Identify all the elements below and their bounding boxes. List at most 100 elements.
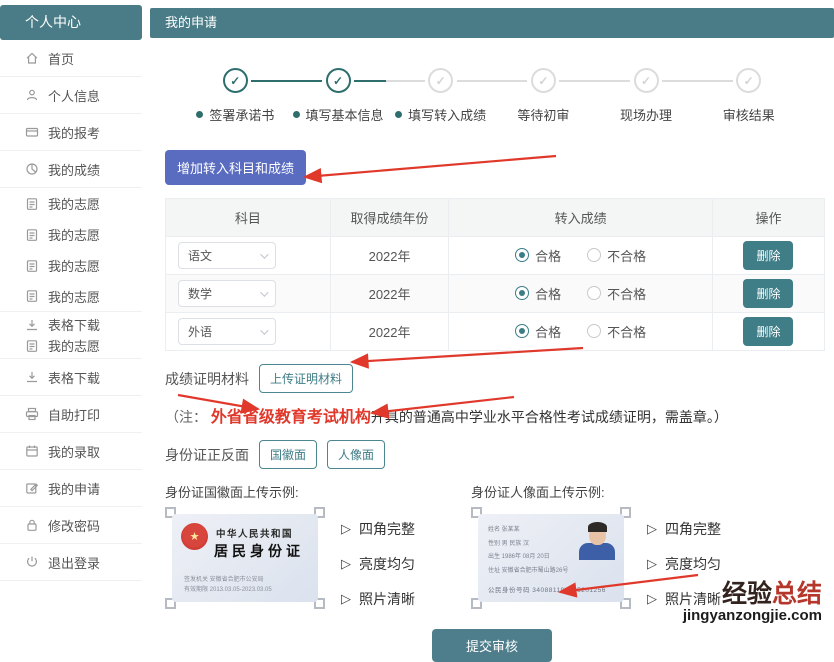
chevron-down-icon bbox=[260, 326, 268, 334]
chevron-down-icon bbox=[260, 288, 268, 296]
step-initial-review: 等待初审 bbox=[492, 68, 595, 124]
emblem-side-button[interactable]: 国徽面 bbox=[259, 440, 317, 469]
note-prefix: （注： bbox=[165, 409, 207, 425]
card-title-text: 居民身份证 bbox=[214, 541, 304, 561]
id-card-label: 身份证正反面 bbox=[165, 445, 249, 465]
portrait-example-title: 身份证人像面上传示例: bbox=[471, 482, 721, 501]
material-row: 成绩证明材料 上传证明材料 bbox=[165, 364, 834, 393]
radio-dot-icon bbox=[587, 286, 601, 300]
sidebar-item-preferences-3[interactable]: 我的志愿 bbox=[0, 250, 142, 281]
sidebar-item-registration[interactable]: 我的报考 bbox=[0, 114, 142, 151]
step-label: 审核结果 bbox=[723, 105, 775, 124]
sidebar-item-form-download-2[interactable]: 表格下载 bbox=[0, 359, 142, 396]
note-line: （注： 外省省级教育考试机构开具的普通高中学业水平合格性考试成绩证明，需盖章。） bbox=[165, 403, 834, 427]
sidebar-item-label: 我的录取 bbox=[48, 442, 100, 461]
score-radio-group: 合格 不合格 bbox=[515, 322, 646, 341]
sidebar-item-preferences-1[interactable]: 我的志愿 bbox=[0, 188, 142, 219]
subject-select[interactable]: 语文 bbox=[178, 242, 276, 269]
radio-fail[interactable]: 不合格 bbox=[587, 246, 646, 265]
table-row: 外语 2022年 合格 不合格 删除 bbox=[166, 313, 825, 351]
logout-icon bbox=[25, 555, 39, 569]
portrait-side-button[interactable]: 人像面 bbox=[327, 440, 385, 469]
subject-select-value: 数学 bbox=[188, 285, 212, 302]
sidebar-item-profile[interactable]: 个人信息 bbox=[0, 77, 142, 114]
tips-list: 四角完整 亮度均匀 照片清晰 bbox=[341, 519, 415, 609]
document-icon bbox=[25, 259, 39, 273]
document-icon bbox=[25, 197, 39, 211]
card-validity-text: 有效期限 2013.03.05-2023.03.05 bbox=[184, 584, 272, 593]
table-row: 数学 2022年 合格 不合格 删除 bbox=[166, 275, 825, 313]
printer-icon bbox=[25, 407, 39, 421]
card-issuer-text: 签发机关 安徽省合肥市公安局 bbox=[184, 574, 264, 583]
chevron-down-icon bbox=[260, 250, 268, 258]
upload-material-button[interactable]: 上传证明材料 bbox=[259, 364, 353, 393]
delete-row-button[interactable]: 删除 bbox=[743, 279, 793, 308]
radio-label: 合格 bbox=[535, 322, 561, 341]
watermark-text-dark: 经验 bbox=[722, 580, 772, 608]
sidebar-item-label: 我的志愿 bbox=[48, 336, 100, 355]
radio-dot-icon bbox=[587, 248, 601, 262]
subject-select[interactable]: 数学 bbox=[178, 280, 276, 307]
delete-row-button[interactable]: 删除 bbox=[743, 241, 793, 270]
document-icon bbox=[25, 289, 39, 303]
note-rest: 开具的普通高中学业水平合格性考试成绩证明，需盖章。） bbox=[371, 409, 728, 425]
card-field: 姓名 张某某 bbox=[488, 524, 568, 533]
calendar-icon bbox=[25, 444, 39, 458]
sidebar-item-label: 表格下载 bbox=[48, 315, 100, 334]
sidebar-item-scores[interactable]: 我的成绩 bbox=[0, 151, 142, 188]
radio-fail[interactable]: 不合格 bbox=[587, 322, 646, 341]
sidebar-item-change-password[interactable]: 修改密码 bbox=[0, 507, 142, 544]
year-cell: 2022年 bbox=[330, 275, 449, 313]
sidebar-menu: 首页 个人信息 我的报考 我的成绩 我的志愿 我的志愿 我的志愿 我的志愿 bbox=[0, 40, 142, 581]
subject-select[interactable]: 外语 bbox=[178, 318, 276, 345]
radio-label: 不合格 bbox=[607, 246, 646, 265]
table-header-row: 科目 取得成绩年份 转入成绩 操作 bbox=[166, 199, 825, 237]
radio-fail[interactable]: 不合格 bbox=[587, 284, 646, 303]
subject-select-value: 语文 bbox=[188, 247, 212, 264]
sidebar-item-application[interactable]: 我的申请 bbox=[0, 470, 142, 507]
tip-item: 四角完整 bbox=[647, 519, 721, 539]
score-radio-group: 合格 不合格 bbox=[515, 246, 646, 265]
home-icon bbox=[25, 51, 39, 65]
download-icon bbox=[25, 370, 39, 384]
submit-review-button[interactable]: 提交审核 bbox=[432, 629, 552, 662]
id-card-portrait-side-image: 姓名 张某某 性别 男 民族 汉 出生 1986年 08月 20日 住址 安徽省… bbox=[478, 514, 624, 602]
subject-select-value: 外语 bbox=[188, 323, 212, 340]
sidebar-item-self-print[interactable]: 自助打印 bbox=[0, 396, 142, 433]
radio-label: 不合格 bbox=[607, 284, 646, 303]
delete-row-button[interactable]: 删除 bbox=[743, 317, 793, 346]
step-label: 填写转入成绩 bbox=[395, 105, 486, 124]
portrait-card-frame: 姓名 张某某 性别 男 民族 汉 出生 1986年 08月 20日 住址 安徽省… bbox=[471, 507, 631, 609]
add-subject-score-button[interactable]: 增加转入科目和成绩 bbox=[165, 150, 306, 185]
sidebar-item-label: 表格下载 bbox=[48, 368, 100, 387]
sidebar-item-preferences-4[interactable]: 我的志愿 bbox=[0, 281, 142, 312]
radio-label: 合格 bbox=[535, 284, 561, 303]
radio-pass[interactable]: 合格 bbox=[515, 322, 561, 341]
panel-title: 我的申请 bbox=[150, 8, 834, 38]
radio-dot-icon bbox=[515, 286, 529, 300]
download-icon bbox=[25, 318, 39, 332]
sidebar-item-form-download-1[interactable]: 表格下载 bbox=[0, 314, 142, 335]
sidebar-item-admission[interactable]: 我的录取 bbox=[0, 433, 142, 470]
radio-pass[interactable]: 合格 bbox=[515, 246, 561, 265]
radio-pass[interactable]: 合格 bbox=[515, 284, 561, 303]
sidebar-item-group: 表格下载 我的志愿 bbox=[0, 312, 142, 359]
step-onsite-processing: 现场办理 bbox=[595, 68, 698, 124]
sidebar-item-label: 我的志愿 bbox=[48, 256, 100, 275]
sidebar-item-logout[interactable]: 退出登录 bbox=[0, 544, 142, 581]
sidebar-item-label: 我的报考 bbox=[48, 123, 100, 142]
step-check-icon bbox=[531, 68, 556, 93]
user-icon bbox=[25, 88, 39, 102]
sidebar-item-home[interactable]: 首页 bbox=[0, 40, 142, 77]
emblem-card-frame: 中华人民共和国 居民身份证 签发机关 安徽省合肥市公安局 有效期限 2013.0… bbox=[165, 507, 325, 609]
sidebar-item-preferences-5[interactable]: 我的志愿 bbox=[0, 335, 142, 356]
step-check-icon bbox=[428, 68, 453, 93]
step-label: 等待初审 bbox=[517, 105, 569, 124]
pie-chart-icon bbox=[25, 162, 39, 176]
sidebar-item-preferences-2[interactable]: 我的志愿 bbox=[0, 219, 142, 250]
sidebar-title: 个人中心 bbox=[0, 5, 142, 40]
card-country-text: 中华人民共和国 bbox=[216, 526, 293, 540]
step-label: 填写基本信息 bbox=[293, 105, 384, 124]
step-check-icon bbox=[634, 68, 659, 93]
document-icon bbox=[25, 339, 39, 353]
